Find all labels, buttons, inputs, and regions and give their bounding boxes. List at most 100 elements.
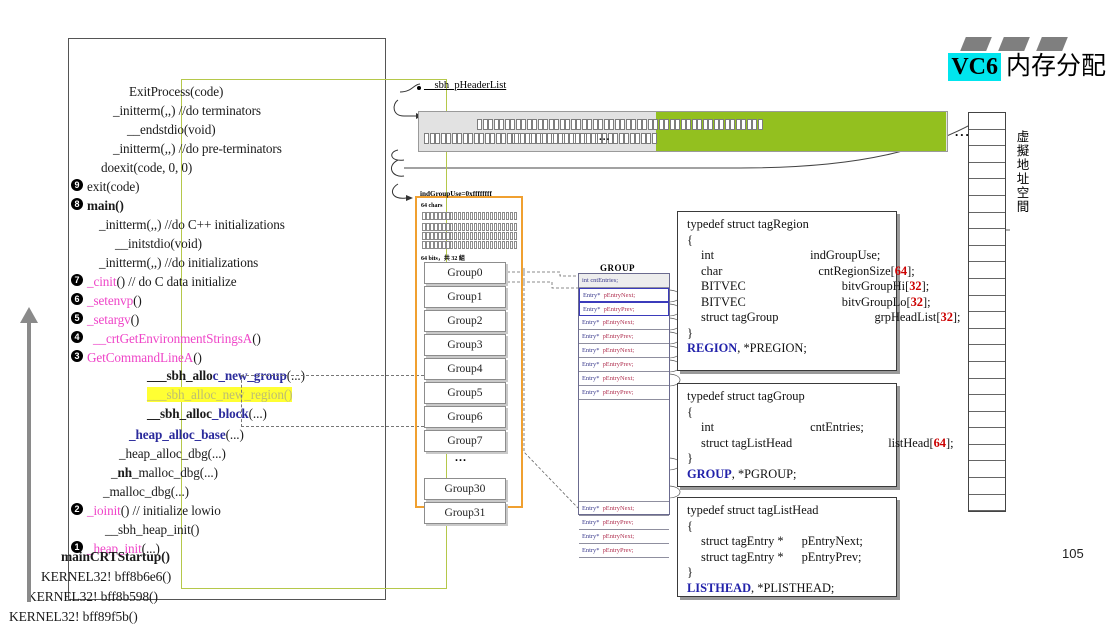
struct-open-brace: { <box>687 404 693 419</box>
vas-row <box>969 229 1005 246</box>
vas-row <box>969 146 1005 163</box>
struct-close-brace: } <box>687 565 693 579</box>
struct-field: BITVEC bitvGroupLo[32]; <box>701 294 931 309</box>
group-list-ellipsis: ... <box>455 450 467 464</box>
vas-row <box>969 130 1005 147</box>
group-table-row[interactable]: Entry* pEntryPrev; <box>579 386 669 400</box>
callstack-line: doexit(code, 0, 0) <box>101 160 193 175</box>
group-box[interactable]: Group30 <box>424 478 506 500</box>
vas-row <box>969 279 1005 296</box>
struct-typename: GROUP, *PGROUP; <box>687 466 797 481</box>
group-table-row[interactable]: Entry* pEntryNext; <box>579 530 669 544</box>
group-table-row[interactable]: Entry* pEntryNext; <box>579 502 669 516</box>
vas-row <box>969 246 1005 263</box>
callstack-step-marker: 8 <box>71 198 83 210</box>
group-table-spacer <box>579 400 669 502</box>
group-box[interactable]: Group7 <box>424 430 506 452</box>
struct-tagregion-box: typedef struct tagRegion{ int indGroupUse;… <box>677 211 961 371</box>
group-box[interactable]: Group0 <box>424 262 506 284</box>
group-table-row[interactable]: Entry* pEntryPrev; <box>579 302 669 316</box>
callstack-line: _setenvp() <box>87 293 142 308</box>
struct-taglisthead-box: typedef struct tagListHead{struct tagEnt… <box>677 497 897 597</box>
struct-field: struct tagEntry * pEntryPrev; <box>701 549 862 564</box>
struct-head: typedef struct tagGroup <box>687 389 805 403</box>
flow-arrow-shaft <box>27 320 31 602</box>
callstack-line: ExitProcess(code) <box>129 84 224 99</box>
struct-field: struct tagListHead listHead[64]; <box>701 435 954 450</box>
group-table-title: GROUP <box>600 263 635 273</box>
callstack-line: __initstdio(void) <box>115 236 202 251</box>
vas-row <box>969 379 1005 396</box>
callstack-outside-line: KERNEL32! bff89f5b() <box>9 609 138 624</box>
ind-group-use-label: indGroupUse=0xffffffff <box>420 190 492 198</box>
callstack-line: _heap_alloc_dbg(...) <box>119 446 226 461</box>
group-box[interactable]: Group31 <box>424 502 506 524</box>
callstack-step-marker: 3 <box>71 350 83 362</box>
page-number: 105 <box>1062 546 1084 561</box>
vas-row <box>969 495 1005 512</box>
callstack-line: __endstdio(void) <box>127 122 216 137</box>
vas-row <box>969 113 1005 130</box>
vas-row <box>969 445 1005 462</box>
callstack-step-marker: 7 <box>71 274 83 286</box>
group-table-row[interactable]: Entry* pEntryNext; <box>579 288 669 302</box>
page-title: VC6 内存分配 <box>948 46 1106 81</box>
group-box[interactable]: Group4 <box>424 358 506 380</box>
vas-row <box>969 179 1005 196</box>
callstack-line: _setargv() <box>87 312 140 327</box>
group-box[interactable]: Group6 <box>424 406 506 428</box>
sbh-alloc-dashed-box <box>241 375 429 427</box>
callstack-step-marker: 2 <box>71 503 83 515</box>
header-cell-row <box>477 119 763 130</box>
struct-field: struct tagEntry * pEntryNext; <box>701 534 863 548</box>
header-list-label: __sbh_pHeaderList <box>424 80 507 91</box>
struct-field: char cntRegionSize[64]; <box>701 263 915 278</box>
vas-row <box>969 362 1005 379</box>
header-list-dot <box>417 86 421 90</box>
struct-open-brace: { <box>687 232 693 247</box>
vas-row <box>969 345 1005 362</box>
group-box[interactable]: Group5 <box>424 382 506 404</box>
vas-row <box>969 213 1005 230</box>
vas-row <box>969 478 1005 495</box>
bit-vector-row <box>422 223 518 231</box>
group-table: int cntEntries; Entry* pEntryNext; Entry* … <box>578 273 670 558</box>
callstack-line: _ioinit() // initialize lowio <box>87 503 221 518</box>
callstack-line: _nh_malloc_dbg(...) <box>111 465 218 480</box>
group-box[interactable]: Group2 <box>424 310 506 332</box>
group-table-row[interactable]: Entry* pEntryNext; <box>579 344 669 358</box>
callstack-line: main() <box>87 198 124 213</box>
group-box[interactable]: Group3 <box>424 334 506 356</box>
callstack-step-marker: 5 <box>71 312 83 324</box>
struct-close-brace: } <box>687 451 693 465</box>
group-table-row[interactable]: Entry* pEntryPrev; <box>579 358 669 372</box>
callstack-line: _initterm(,,) //do C++ initializations <box>99 217 285 232</box>
struct-taggroup-box: typedef struct tagGroup{int cntEntries; st… <box>677 383 954 487</box>
group-table-row[interactable]: Entry* pEntryNext; <box>579 316 669 330</box>
group-table-row[interactable]: Entry* pEntryNext; <box>579 372 669 386</box>
virtual-address-space-column <box>968 112 1006 512</box>
callstack-outside-line: KERNEL32! bff8b598() <box>27 589 158 604</box>
group-table-row[interactable]: Entry* pEntryPrev; <box>579 544 669 558</box>
group-table-row[interactable]: Entry* pEntryPrev; <box>579 330 669 344</box>
header-bar-ellipsis: ... <box>599 131 611 143</box>
struct-typename: REGION, *PREGION; <box>687 341 807 355</box>
bits-label: 64 bits，共 32 組 <box>421 256 465 262</box>
vas-row <box>969 461 1005 479</box>
callstack-line: _cinit() // do C data initialize <box>87 274 237 289</box>
struct-head: typedef struct tagRegion <box>687 217 809 231</box>
bit-vector-row <box>422 241 518 249</box>
struct-field: int indGroupUse; <box>701 248 881 262</box>
group-table-header-row: int cntEntries; <box>579 274 669 288</box>
group-box[interactable]: Group1 <box>424 286 506 308</box>
vas-row <box>969 329 1005 346</box>
callstack-step-marker: 9 <box>71 179 83 191</box>
callstack-line: _malloc_dbg(...) <box>103 484 189 499</box>
group-table-row[interactable]: Entry* pEntryPrev; <box>579 516 669 530</box>
struct-close-brace: } <box>687 325 693 340</box>
struct-field: struct tagGroup grpHeadList[32]; <box>701 310 961 324</box>
callstack-line: __crtGetEnvironmentStringsA() <box>93 331 261 346</box>
struct-typename: LISTHEAD, *PLISTHEAD; <box>687 580 835 595</box>
callstack-line: _initterm(,,) //do pre-terminators <box>113 141 282 156</box>
vas-row <box>969 196 1005 213</box>
